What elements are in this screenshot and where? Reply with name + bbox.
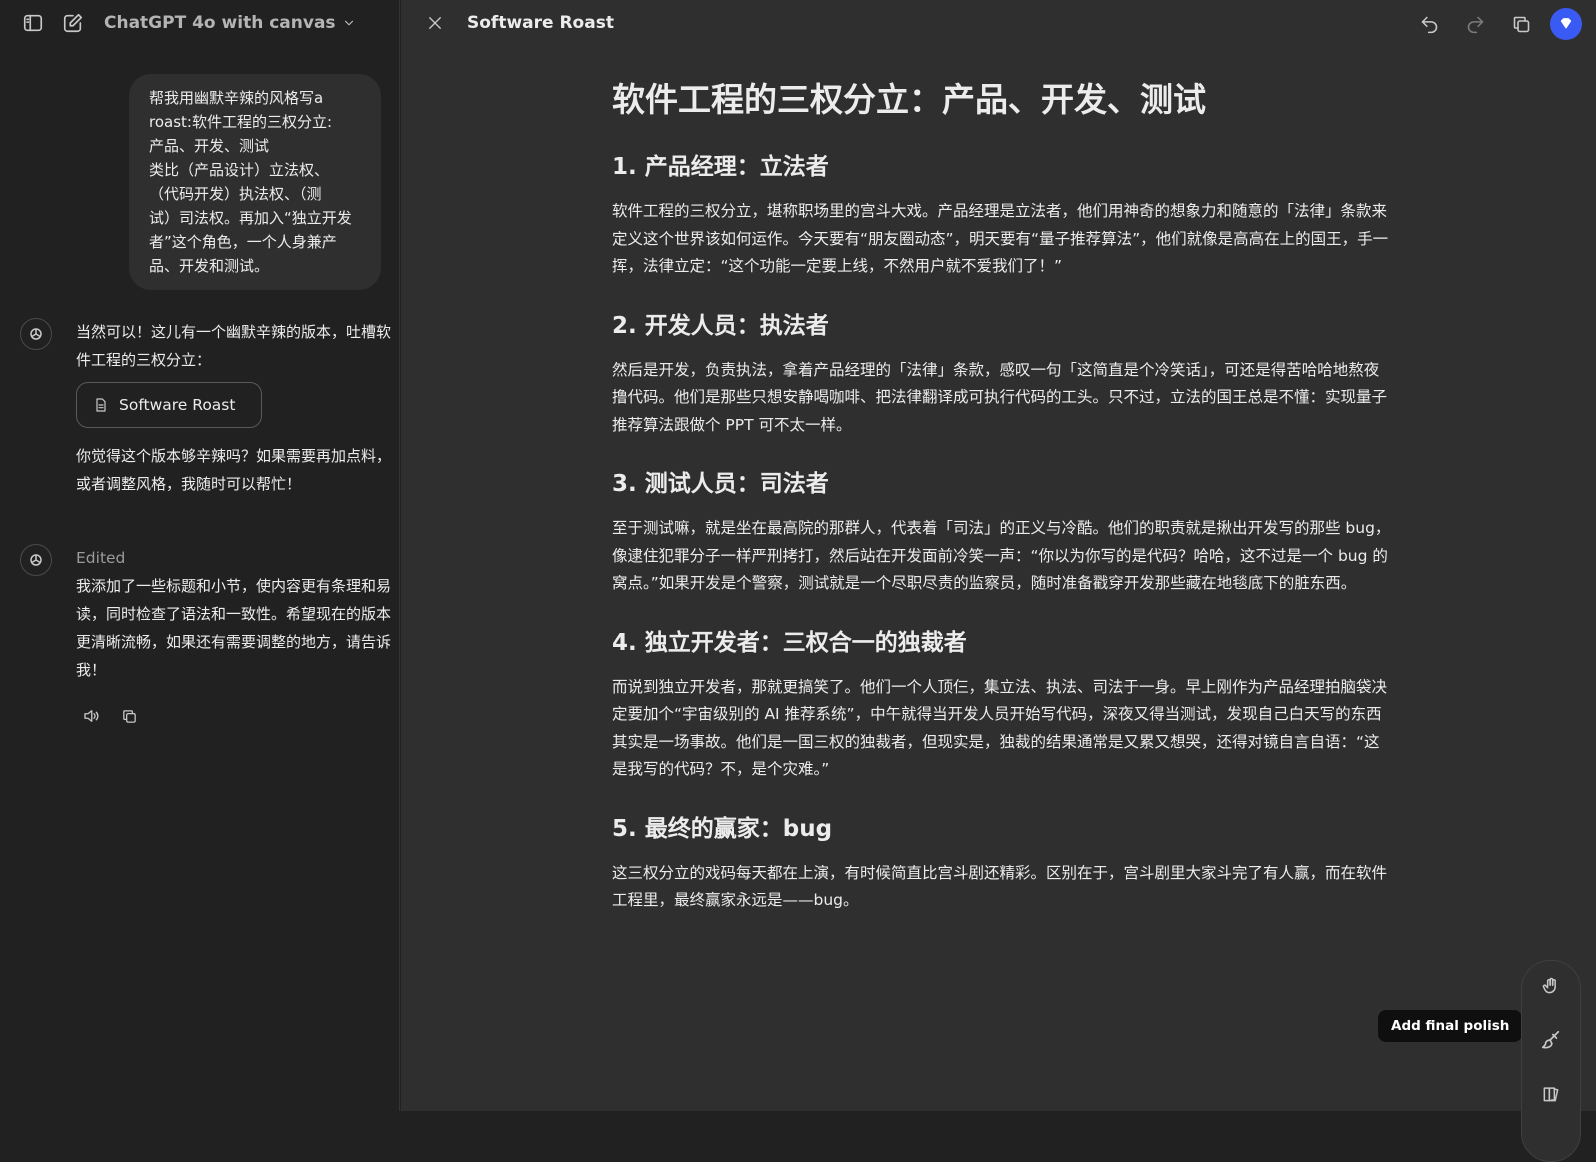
user-message: 帮我用幽默辛辣的风格写a roast:软件工程的三权分立: 产品、开发、测试 类…: [129, 74, 381, 290]
section-heading: 2. 开发人员：执法者: [612, 312, 829, 339]
section-body: 软件工程的三权分立，堪称职场里的宫斗大戏。产品经理是立法者，他们用神奇的想象力和…: [612, 202, 1389, 275]
model-name: ChatGPT 4o with canvas: [104, 13, 336, 33]
document-title: 软件工程的三权分立：产品、开发、测试: [612, 80, 1206, 119]
chat-pane: ChatGPT 4o with canvas 帮我用幽默辛辣的风格写a roas…: [0, 0, 400, 1111]
section-heading: 5. 最终的赢家：bug: [612, 815, 833, 842]
assistant-text: 你觉得这个版本够辛辣吗？如果需要再加点料，或者调整风格，我随时可以帮忙！: [76, 447, 392, 493]
copy-icon[interactable]: [114, 704, 144, 728]
paintbrush-icon[interactable]: [1536, 1025, 1566, 1055]
section-body: 而说到独立开发者，那就更搞笑了。他们一个人顶仨，集立法、执法、司法于一身。早上刚…: [612, 677, 1388, 779]
book-icon[interactable]: [1536, 1079, 1566, 1109]
section-body: 然后是开发，负责执法，拿着产品经理的「法律」条款，感叹一句「这简直是个冷笑话」，…: [612, 360, 1388, 434]
new-chat-icon[interactable]: [58, 8, 88, 38]
edited-label: Edited: [76, 549, 126, 567]
section-body: 至于测试嘛，就是坐在最高院的那群人，代表着「司法」的正义与冷酷。他们的职责就是揪…: [612, 519, 1391, 592]
canvas-title: Software Roast: [467, 13, 614, 33]
avatar[interactable]: [1550, 8, 1582, 40]
close-icon[interactable]: [419, 7, 451, 39]
chevron-down-icon: [342, 16, 356, 30]
undo-icon[interactable]: [1410, 7, 1448, 41]
canvas-chip-label: Software Roast: [119, 396, 236, 414]
section-heading: 1. 产品经理：立法者: [612, 154, 829, 180]
openai-logo-icon: [20, 318, 52, 350]
redo-icon[interactable]: [1456, 7, 1494, 41]
document-icon: [93, 397, 109, 413]
section-heading: 4. 独立开发者：三权合一的独裁者: [612, 629, 967, 656]
sidebar-toggle-icon[interactable]: [18, 8, 48, 38]
canvas-document[interactable]: 软件工程的三权分立：产品、开发、测试 1. 产品经理：立法者 软件工程的三权分立…: [612, 78, 1392, 943]
assistant-text: 当然可以！这儿有一个幽默辛辣的版本，吐槽软件工程的三权分立：: [76, 323, 392, 369]
canvas-actions: [1402, 7, 1582, 41]
hand-icon[interactable]: [1536, 971, 1566, 1001]
chat-topbar: ChatGPT 4o with canvas: [18, 10, 356, 36]
canvas-topbar: Software Roast: [419, 8, 614, 38]
final-polish-tooltip: Add final polish: [1378, 1010, 1523, 1042]
openai-logo-icon: [20, 544, 52, 576]
section-heading: 3. 测试人员：司法者: [612, 471, 829, 497]
assistant-text: 我添加了一些标题和小节，使内容更有条理和易读，同时检查了语法和一致性。希望现在的…: [76, 577, 392, 679]
canvas-tool-rail: [1521, 960, 1581, 1162]
canvas-pane: Software Roast 软件工程的三权分立：产品、开发、测试 1. 产品经…: [401, 0, 1596, 1162]
canvas-document-chip[interactable]: Software Roast: [76, 382, 263, 428]
speaker-icon[interactable]: [76, 704, 106, 728]
copy-icon[interactable]: [1502, 7, 1540, 41]
section-body: 这三权分立的戏码每天都在上演，有时候简直比宫斗剧还精彩。区别在于，宫斗剧里大家斗…: [612, 863, 1388, 910]
model-selector[interactable]: ChatGPT 4o with canvas: [104, 13, 356, 33]
message-actions: [76, 704, 394, 728]
